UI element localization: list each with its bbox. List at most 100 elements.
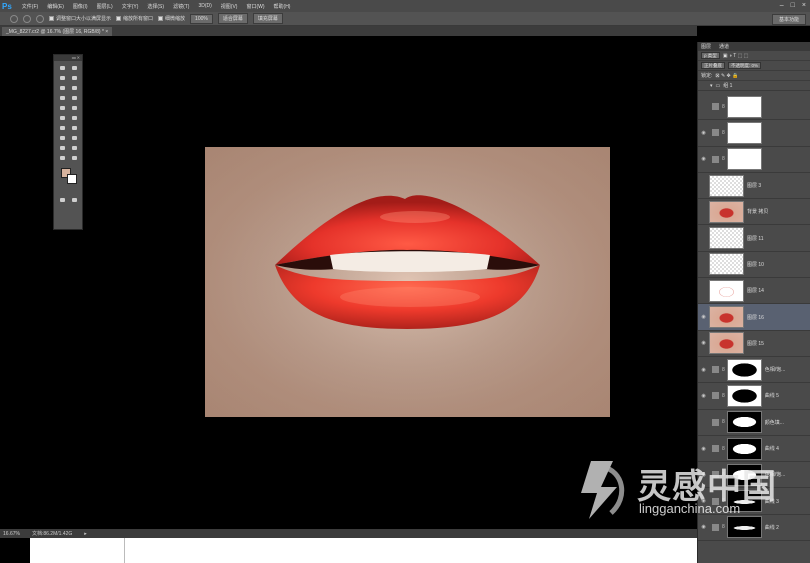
visibility-eye-icon[interactable]: ◉ (698, 314, 709, 320)
checkbox-box[interactable] (116, 16, 122, 21)
history-brush-icon[interactable] (70, 104, 79, 112)
pen-tool-icon[interactable] (58, 134, 67, 142)
clone-stamp-icon[interactable] (58, 104, 67, 112)
layer-thumbnail[interactable] (726, 121, 762, 144)
layer-thumbnail[interactable] (709, 332, 744, 355)
tab-channels[interactable]: 通道 (719, 43, 729, 50)
layer-name[interactable]: 图层 16 (747, 314, 764, 321)
document-tab[interactable]: _MG_8227.cr2 @ 16.7% (图层 16, RGB/8) * × (2, 27, 113, 36)
zoom-tool-icon[interactable] (70, 154, 79, 162)
layer-name[interactable]: 背景 拷贝 (747, 208, 768, 215)
blur-tool-icon[interactable] (58, 124, 67, 132)
lock-icons[interactable]: ⊠ ✎ ✥ 🔒 (715, 73, 738, 79)
visibility-eye-icon[interactable]: ◉ (698, 340, 709, 346)
layer-thumbnail[interactable] (709, 174, 744, 197)
menu-type[interactable]: 文字(Y) (122, 3, 139, 10)
layer-row[interactable]: 图层 14 (698, 278, 810, 305)
close-icon[interactable]: × (802, 2, 806, 9)
path-select-icon[interactable] (58, 144, 67, 152)
layer-thumbnail[interactable] (709, 227, 744, 250)
menu-help[interactable]: 帮助(H) (274, 3, 291, 10)
workspace-switcher[interactable]: 基本功能 (771, 14, 806, 25)
link-chain-icon[interactable]: 8 (722, 419, 725, 425)
layer-row[interactable]: ◉ 图层 16 (698, 304, 810, 331)
eyedropper-tool-icon[interactable] (70, 84, 79, 92)
eraser-tool-icon[interactable] (58, 114, 67, 122)
layer-thumbnail[interactable] (709, 306, 744, 329)
zoom-all-windows-checkbox[interactable]: 缩放所有窗口 (116, 15, 153, 22)
lasso-tool-icon[interactable] (58, 74, 67, 82)
layer-row[interactable]: ◉ 8 曲线 5 (698, 383, 810, 410)
fill-screen-button[interactable]: 填充屏幕 (252, 13, 283, 24)
visibility-eye-icon[interactable]: ◉ (698, 156, 709, 162)
menu-filter[interactable]: 滤镜(T) (173, 3, 189, 10)
link-chain-icon[interactable]: 8 (722, 446, 725, 452)
layer-name[interactable]: 色相/饱... (765, 366, 786, 373)
resize-windows-checkbox[interactable]: 调整窗口大小以满屏显示 (49, 15, 111, 22)
zoom-in-icon[interactable] (23, 14, 31, 23)
layer-thumbnail[interactable] (726, 148, 762, 171)
layer-name[interactable]: 图层 11 (747, 235, 764, 242)
link-chain-icon[interactable]: 8 (722, 130, 725, 136)
screen-mode-icon[interactable] (70, 196, 79, 204)
filter-icons[interactable]: ▣ ◑ T ⬚ ⬚ (723, 53, 749, 59)
link-chain-icon[interactable]: 8 (722, 393, 725, 399)
layer-group[interactable]: ▾ ▭ 组 1 (698, 81, 810, 91)
move-tool-icon[interactable] (70, 64, 79, 72)
healing-brush-icon[interactable] (58, 94, 67, 102)
layer-row[interactable]: 8 颜色填... (698, 410, 810, 436)
menu-image[interactable]: 图像(I) (73, 3, 88, 10)
layer-name[interactable]: 图层 14 (747, 287, 764, 294)
blend-mode-select[interactable]: 正片叠底 (701, 62, 725, 69)
menu-file[interactable]: 文件(F) (22, 3, 38, 10)
background-color-swatch[interactable] (67, 174, 77, 184)
visibility-eye-icon[interactable]: ◉ (698, 130, 709, 136)
layer-name[interactable]: 图层 10 (747, 261, 764, 268)
quick-mask-icon[interactable] (58, 196, 67, 204)
tab-layers[interactable]: 图层 (701, 43, 711, 50)
menu-view[interactable]: 视图(V) (221, 3, 238, 10)
menu-edit[interactable]: 编辑(E) (47, 3, 64, 10)
zoom-level[interactable]: 16.67% (3, 531, 20, 537)
opacity-field[interactable]: 不透明度: 0% (728, 62, 762, 69)
visibility-eye-icon[interactable]: ◉ (698, 446, 709, 452)
checkbox-box[interactable] (158, 16, 164, 21)
menu-window[interactable]: 窗口(W) (246, 3, 264, 10)
layer-row[interactable]: 图层 11 (698, 225, 810, 252)
visibility-eye-icon[interactable]: ◉ (698, 393, 709, 399)
kind-filter-select[interactable]: ρ 类型 (701, 52, 720, 59)
layer-row[interactable]: ◉ 8 (698, 147, 810, 173)
layer-row[interactable]: 图层 3 (698, 173, 810, 200)
shape-tool-icon[interactable] (70, 144, 79, 152)
layer-thumbnail[interactable] (709, 279, 744, 302)
layer-thumbnail[interactable] (709, 200, 744, 223)
hand-tool-icon[interactable] (58, 154, 67, 162)
zoom-out-icon[interactable] (36, 14, 44, 23)
visibility-eye-icon[interactable]: ◉ (698, 524, 709, 530)
layer-row[interactable]: ◉ 8 (698, 120, 810, 147)
layer-name[interactable]: 曲线 4 (765, 445, 779, 452)
layer-name[interactable]: 曲线 5 (765, 392, 779, 399)
maximize-icon[interactable]: □ (791, 2, 795, 9)
dodge-tool-icon[interactable] (70, 124, 79, 132)
fit-screen-button[interactable]: 适合屏幕 (217, 13, 248, 24)
type-tool-icon[interactable] (70, 134, 79, 142)
link-chain-icon[interactable]: 8 (722, 156, 725, 162)
scrubby-zoom-checkbox[interactable]: 细微缩放 (158, 15, 185, 22)
layer-name[interactable]: 颜色填... (765, 419, 784, 426)
layer-thumbnail[interactable] (709, 253, 744, 276)
layer-row[interactable]: 8 (698, 94, 810, 121)
menu-select[interactable]: 选择(S) (147, 3, 164, 10)
layer-row[interactable]: ◉ 8 色相/饱... (698, 357, 810, 384)
brush-tool-icon[interactable] (70, 94, 79, 102)
gradient-tool-icon[interactable] (70, 114, 79, 122)
zoom-tool-icon[interactable] (10, 14, 18, 23)
chevron-down-icon[interactable]: ▾ (710, 83, 713, 89)
marquee-tool-icon[interactable] (58, 64, 67, 72)
layer-row[interactable]: ◉ 图层 15 (698, 331, 810, 357)
layer-row[interactable]: 图层 10 (698, 252, 810, 279)
minimize-icon[interactable]: – (780, 2, 784, 9)
link-chain-icon[interactable]: 8 (722, 367, 725, 373)
layer-name[interactable]: 图层 3 (747, 182, 761, 189)
link-chain-icon[interactable]: 8 (722, 104, 725, 110)
